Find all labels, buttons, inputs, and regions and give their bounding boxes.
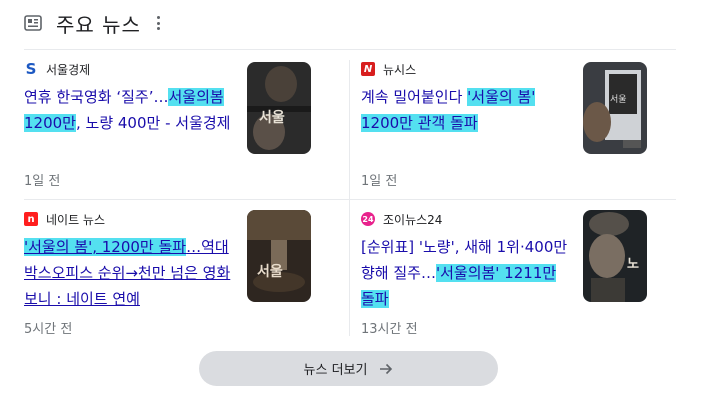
arrow-right-icon [380,363,393,374]
news-headline[interactable]: '서울의 봄', 1200만 돌파…역대 박스오피스 순위→천만 넘은 영화 보… [24,234,234,312]
news-headline[interactable]: 계속 밀어붙인다 '서울의 봄' 1200만 관객 돌파 [361,84,571,136]
top-stories-header: 주요 뉴스 [24,8,161,38]
timestamp: 5시간 전 [24,322,73,337]
news-source: N 뉴시스 [361,60,416,78]
news-headline[interactable]: 연휴 한국영화 ‘질주’…서울의봄 1200만, 노량 400만 - 서울경제 [24,84,234,136]
news-thumbnail[interactable]: 서울 [247,62,311,154]
news-thumbnail[interactable]: 서울 [247,210,311,302]
seoul-economy-logo-icon: S [25,60,37,78]
section-title: 주요 뉴스 [56,12,141,37]
more-options-icon[interactable] [156,16,161,30]
timestamp: 13시간 전 [361,322,418,337]
timestamp: 1일 전 [24,174,61,189]
svg-text:서울: 서울 [610,94,627,105]
divider [24,49,676,50]
source-name: 네이트 뉴스 [46,212,106,227]
newsis-logo-icon: N [361,62,375,76]
news-thumbnail[interactable]: 서울 [583,62,647,154]
svg-text:서울: 서울 [259,109,285,126]
news-thumbnail[interactable]: 노 [583,210,647,302]
news-source: 24 조이뉴스24 [361,210,442,228]
source-name: 뉴시스 [383,62,417,77]
more-news-button[interactable]: 뉴스 더보기 [199,351,498,386]
divider [24,199,676,200]
source-name: 서울경제 [46,62,91,77]
news-source: S 서울경제 [24,60,91,78]
source-name: 조이뉴스24 [383,212,443,227]
column-divider [349,60,350,336]
timestamp: 1일 전 [361,174,398,189]
news-source: n 네이트 뉴스 [24,210,105,228]
joynews24-logo-icon: 24 [361,212,375,226]
news-headline[interactable]: [순위표] '노량', 새해 1위·400만 향해 질주…'서울의봄' 1211… [361,234,571,312]
more-news-label: 뉴스 더보기 [303,363,368,378]
svg-text:서울: 서울 [257,263,283,280]
nate-logo-icon: n [24,212,38,226]
svg-text:노: 노 [627,257,639,272]
newspaper-icon [24,15,42,31]
